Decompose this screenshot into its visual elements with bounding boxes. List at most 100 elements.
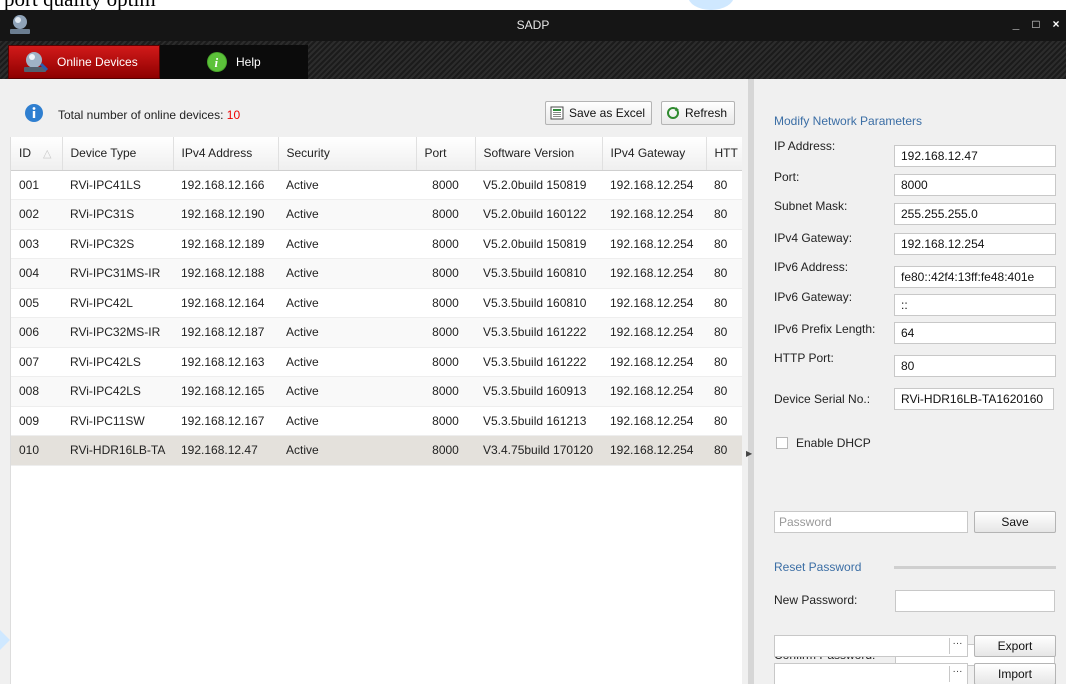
table-row[interactable]: 006 RVi-IPC32MS-IR 192.168.12.187 Active 800… bbox=[11, 317, 742, 347]
enable-dhcp-checkbox[interactable] bbox=[776, 437, 788, 449]
ipv6-gateway-field[interactable]: :: bbox=[894, 294, 1056, 316]
minimize-button[interactable]: _ bbox=[1010, 16, 1022, 32]
cell-port: 8000 bbox=[432, 443, 459, 458]
table-row[interactable]: 005 RVi-IPC42L 192.168.12.164 Active 8000 V5.… bbox=[11, 288, 742, 318]
table-row[interactable]: 007 RVi-IPC42LS 192.168.12.163 Active 8000 V5… bbox=[11, 347, 742, 377]
save-as-excel-button[interactable]: Save as Excel bbox=[545, 101, 652, 125]
password-input[interactable]: Password bbox=[774, 511, 968, 533]
table-row[interactable]: 010 RVi-HDR16LB-TA 192.168.12.47 Active 8000… bbox=[11, 435, 742, 465]
cell-security: Active bbox=[286, 266, 319, 281]
new-password-field[interactable] bbox=[895, 590, 1055, 612]
cell-software-version: V5.3.5build 160810 bbox=[483, 266, 587, 281]
column-header-port[interactable]: Port bbox=[416, 137, 476, 171]
panel-splitter[interactable]: ▶ bbox=[742, 79, 760, 684]
http-port-field[interactable]: 80 bbox=[894, 355, 1056, 377]
cell-security: Active bbox=[286, 177, 319, 192]
cell-device-type: RVi-IPC32MS-IR bbox=[70, 325, 161, 340]
device-serial-label: Device Serial No.: bbox=[774, 392, 871, 406]
export-button[interactable]: Export bbox=[974, 635, 1056, 657]
device-table-body: 001 RVi-IPC41LS 192.168.12.166 Active 8000 V5… bbox=[11, 170, 742, 465]
table-row[interactable]: 004 RVi-IPC31MS-IR 192.168.12.188 Active 800… bbox=[11, 258, 742, 288]
import-button[interactable]: Import bbox=[974, 663, 1056, 684]
table-row[interactable]: 002 RVi-IPC31S 192.168.12.190 Active 8000 V5.… bbox=[11, 199, 742, 229]
ipv6-prefix-length-field[interactable]: 64 bbox=[894, 322, 1056, 344]
browse-export-button[interactable]: ··· bbox=[949, 638, 965, 654]
collapse-arrow-icon[interactable]: ▶ bbox=[746, 449, 752, 458]
port-label: Port: bbox=[774, 170, 800, 184]
device-serial-field[interactable]: RVi-HDR16LB-TA1620160 bbox=[894, 388, 1054, 410]
cell-ipv4-gateway: 192.168.12.254 bbox=[610, 413, 694, 428]
cell-device-type: RVi-IPC42LS bbox=[70, 384, 141, 399]
cell-device-type: RVi-IPC31MS-IR bbox=[70, 266, 161, 281]
cell-id: 003 bbox=[19, 236, 40, 251]
excel-icon bbox=[550, 106, 564, 120]
export-path-input[interactable]: ··· bbox=[774, 635, 968, 657]
column-header-ipv4-gateway[interactable]: IPv4 Gateway bbox=[602, 137, 707, 171]
enable-dhcp-label[interactable]: Enable DHCP bbox=[796, 436, 871, 450]
table-row[interactable]: 003 RVi-IPC32S 192.168.12.189 Active 8000 V5.… bbox=[11, 229, 742, 259]
cell-http-port: 80 bbox=[714, 266, 728, 281]
ipv4-gateway-field[interactable]: 192.168.12.254 bbox=[894, 233, 1056, 255]
cell-http-port: 80 bbox=[714, 443, 728, 458]
title-bar: SADP _ □ × bbox=[0, 10, 1066, 41]
cell-http-port: 80 bbox=[714, 413, 728, 428]
cell-software-version: V5.2.0build 150819 bbox=[483, 177, 587, 192]
http-port-label: HTTP Port: bbox=[774, 351, 834, 365]
ip-address-field[interactable]: 192.168.12.47 bbox=[894, 145, 1056, 167]
parameters-panel: Modify Network Parameters IP Address: 19… bbox=[760, 79, 1066, 684]
cell-ipv4-address: 192.168.12.190 bbox=[181, 207, 265, 222]
ipv4-gateway-label: IPv4 Gateway: bbox=[774, 231, 853, 245]
save-as-excel-label: Save as Excel bbox=[569, 106, 646, 120]
cell-software-version: V5.3.5build 160810 bbox=[483, 295, 587, 310]
column-header-ipv4-address[interactable]: IPv4 Address bbox=[173, 137, 279, 171]
column-header-security[interactable]: Security bbox=[278, 137, 417, 171]
cell-software-version: V5.2.0build 150819 bbox=[483, 236, 587, 251]
tab-online-devices[interactable]: Online Devices bbox=[8, 45, 160, 79]
cell-id: 009 bbox=[19, 413, 40, 428]
table-row[interactable]: 009 RVi-IPC11SW 192.168.12.167 Active 8000 V5… bbox=[11, 406, 742, 436]
device-table-container: ID △ Device Type IPv4 Address Security Po… bbox=[10, 137, 742, 684]
cell-security: Active bbox=[286, 236, 319, 251]
reset-password-title: Reset Password bbox=[774, 560, 862, 574]
splitter-handle[interactable] bbox=[748, 79, 754, 684]
refresh-label: Refresh bbox=[685, 106, 728, 120]
ipv6-gateway-label: IPv6 Gateway: bbox=[774, 290, 853, 304]
maximize-button[interactable]: □ bbox=[1030, 16, 1042, 32]
cell-security: Active bbox=[286, 295, 319, 310]
cell-ipv4-address: 192.168.12.189 bbox=[181, 236, 265, 251]
cell-device-type: RVi-IPC11SW bbox=[70, 413, 145, 428]
column-header-software-version[interactable]: Software Version bbox=[475, 137, 603, 171]
tab-help[interactable]: i Help bbox=[160, 45, 308, 79]
browse-import-button[interactable]: ··· bbox=[949, 666, 965, 682]
ipv6-address-field[interactable]: fe80::42f4:13ff:fe48:401e bbox=[894, 266, 1056, 288]
port-field[interactable]: 8000 bbox=[894, 174, 1056, 196]
cell-ipv4-address: 192.168.12.164 bbox=[181, 295, 265, 310]
column-header-device-type[interactable]: Device Type bbox=[62, 137, 174, 171]
refresh-button[interactable]: Refresh bbox=[661, 101, 735, 125]
column-header-id[interactable]: ID △ bbox=[11, 137, 63, 171]
cell-id: 010 bbox=[19, 443, 40, 458]
cell-security: Active bbox=[286, 207, 319, 222]
column-header-http[interactable]: HTT bbox=[706, 137, 742, 171]
cell-ipv4-address: 192.168.12.47 bbox=[181, 443, 258, 458]
table-row[interactable]: 001 RVi-IPC41LS 192.168.12.166 Active 8000 V5… bbox=[11, 170, 742, 200]
cell-device-type: RVi-IPC32S bbox=[70, 236, 135, 251]
cell-device-type: RVi-HDR16LB-TA bbox=[70, 443, 166, 458]
save-button[interactable]: Save bbox=[974, 511, 1056, 533]
cell-ipv4-address: 192.168.12.187 bbox=[181, 325, 265, 340]
cell-http-port: 80 bbox=[714, 354, 728, 369]
device-list-panel: Total number of online devices: 10 Save … bbox=[10, 79, 742, 684]
table-row[interactable]: 008 RVi-IPC42LS 192.168.12.165 Active 8000 V5… bbox=[11, 376, 742, 406]
close-button[interactable]: × bbox=[1050, 16, 1062, 32]
import-path-input[interactable]: ··· bbox=[774, 663, 968, 684]
total-devices-count: 10 bbox=[226, 108, 241, 122]
window-title: SADP bbox=[516, 18, 550, 32]
cell-security: Active bbox=[286, 325, 319, 340]
cell-http-port: 80 bbox=[714, 295, 728, 310]
cell-ipv4-gateway: 192.168.12.254 bbox=[610, 207, 694, 222]
cell-device-type: RVi-IPC31S bbox=[70, 207, 135, 222]
cell-port: 8000 bbox=[432, 354, 459, 369]
decorative-shape bbox=[688, 0, 734, 10]
subnet-mask-field[interactable]: 255.255.255.0 bbox=[894, 203, 1056, 225]
cell-port: 8000 bbox=[432, 236, 459, 251]
